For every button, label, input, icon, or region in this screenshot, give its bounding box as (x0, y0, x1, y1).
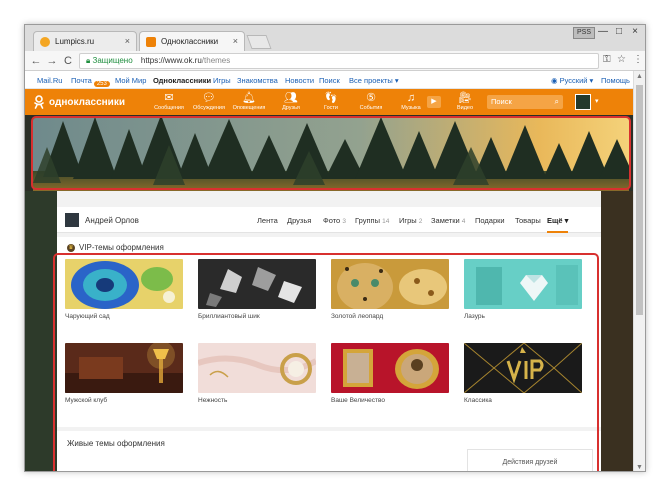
tab-title: Lumpics.ru (55, 37, 95, 46)
reload-icon[interactable]: C (61, 54, 75, 68)
search-placeholder: Поиск (491, 97, 512, 106)
nav-notifications[interactable]: 🔔︎ Оповещения (229, 91, 269, 111)
profile-tab-feed[interactable]: Лента (257, 216, 278, 225)
tab-lumpics[interactable]: Lumpics.ru × (33, 31, 137, 51)
themes-highlight-frame (53, 253, 599, 471)
live-theme-thumbnail[interactable] (198, 471, 316, 472)
url-host: https://www.ok.ru (140, 56, 202, 65)
mail-count-badge: 253 (93, 81, 110, 87)
live-theme-thumbnail[interactable] (331, 471, 449, 472)
profile-name[interactable]: Андрей Орлов (85, 216, 139, 225)
portal-link-dating[interactable]: Знакомства (237, 76, 278, 85)
chat-bubble-icon: 💬︎ (202, 92, 216, 104)
nav-friends[interactable]: 👥︎ Друзья (271, 91, 311, 111)
key-icon[interactable]: ⚿ (603, 54, 611, 65)
crown-icon: ♛ (67, 243, 75, 252)
close-tab-icon[interactable]: × (233, 36, 238, 46)
nav-messages[interactable]: ✉ Сообщения (149, 91, 189, 111)
search-icon[interactable]: ⌕ (555, 95, 559, 109)
tab-title: Одноклассники (161, 37, 219, 46)
portal-link-all-projects[interactable]: Все проекты ▾ (349, 76, 399, 85)
right-background (601, 191, 635, 471)
back-icon[interactable]: ← (29, 54, 43, 68)
address-bar-row: ← → C 🔒︎ Защищено https://www.ok.ru/them… (25, 51, 645, 71)
envelope-icon: ✉ (164, 92, 174, 104)
new-tab-button[interactable] (246, 35, 272, 49)
profile-avatar[interactable] (65, 213, 79, 227)
ok-favicon-icon (146, 36, 156, 47)
profile-tab-goods[interactable]: Товары (515, 216, 541, 225)
nav-guests[interactable]: 👣︎ Гости (311, 91, 351, 111)
footprints-icon: 👣︎ (324, 92, 338, 104)
portal-bar: Mail.Ru Почта 253 Мой Мир Одноклассники И… (25, 71, 635, 89)
profile-tab-photos[interactable]: Фото 3 (323, 216, 346, 225)
portal-link-mailru[interactable]: Mail.Ru (37, 76, 62, 85)
portal-link-search[interactable]: Поиск (319, 76, 340, 85)
tab-strip: Lumpics.ru × Одноклассники × PSS — □ × (25, 25, 645, 51)
scroll-up-icon[interactable]: ▲ (636, 73, 643, 80)
portal-link-news[interactable]: Новости (285, 76, 314, 85)
ok-logo-icon (34, 95, 44, 109)
maximize-icon[interactable]: □ (611, 25, 627, 41)
menu-icon[interactable]: ⋮ (633, 54, 643, 65)
people-icon: 👥︎ (284, 92, 298, 104)
bookmark-star-icon[interactable]: ☆ (617, 54, 626, 65)
scrollbar-thumb[interactable] (636, 85, 643, 315)
page-viewport: Mail.Ru Почта 253 Мой Мир Одноклассники И… (25, 71, 635, 472)
profile-bar: Андрей Орлов Лента Друзья Фото 3 Группы … (57, 207, 601, 233)
url-path: /themes (201, 56, 231, 65)
portal-link-mymir[interactable]: Мой Мир (115, 76, 146, 85)
events-icon: ⑤ (366, 92, 376, 104)
nav-discussions[interactable]: 💬︎ Обсуждения (189, 91, 229, 111)
portal-link-ok[interactable]: Одноклассники (153, 76, 211, 85)
nav-video[interactable]: 🎥︎ Видео (445, 91, 485, 111)
forward-icon[interactable]: → (45, 54, 59, 68)
profile-tab-more[interactable]: Ещё ▾ (547, 216, 569, 233)
profile-tab-groups[interactable]: Группы 14 (355, 216, 389, 225)
nav-music[interactable]: ♫ Музыка (391, 91, 431, 111)
ok-logo-text: одноклассники (49, 96, 125, 108)
ok-toolbar: одноклассники ✉ Сообщения 💬︎ Обсуждения 🔔︎… (25, 89, 635, 115)
bell-icon: 🔔︎ (242, 92, 256, 104)
nav-events[interactable]: ⑤ События (351, 91, 391, 111)
profile-tab-notes[interactable]: Заметки 4 (431, 216, 465, 225)
page-scrollbar[interactable]: ▲ ▼ (633, 71, 645, 471)
profile-tab-games[interactable]: Игры 2 (399, 216, 422, 225)
banner-highlight-frame (31, 116, 631, 190)
lock-icon: 🔒︎ (86, 56, 91, 65)
minimize-icon[interactable]: — (595, 25, 611, 41)
ok-logo[interactable]: одноклассники (33, 95, 125, 109)
video-camera-icon: 🎥︎ (458, 92, 472, 104)
music-play-icon[interactable]: ▶ (427, 96, 441, 108)
profile-tab-gifts[interactable]: Подарки (475, 216, 505, 225)
content-top-gap (57, 191, 601, 207)
close-window-icon[interactable]: × (627, 25, 643, 41)
secure-label: Защищено (92, 56, 133, 65)
vip-section-title: ♛ VIP-темы оформления (67, 243, 164, 252)
ok-search-input[interactable]: Поиск ⌕ (487, 95, 563, 109)
globe-icon: ◉ (551, 76, 560, 85)
lumpics-favicon-icon (40, 36, 50, 47)
close-tab-icon[interactable]: × (125, 36, 130, 46)
music-note-icon: ♫ (406, 92, 416, 104)
live-theme-thumbnail[interactable] (65, 471, 183, 472)
profile-tab-friends[interactable]: Друзья (287, 216, 311, 225)
portal-link-games[interactable]: Игры (213, 76, 231, 85)
profile-badge[interactable]: PSS (573, 27, 595, 39)
url-field[interactable]: 🔒︎ Защищено https://www.ok.ru/themes (79, 53, 599, 69)
user-avatar[interactable] (575, 94, 591, 110)
language-select[interactable]: ◉ Русский ▾ (551, 76, 593, 85)
browser-window: Lumpics.ru × Одноклассники × PSS — □ × ←… (24, 24, 646, 472)
tab-odnoklassniki[interactable]: Одноклассники × (139, 31, 245, 51)
portal-link-mail[interactable]: Почта 253 (71, 76, 110, 87)
help-link[interactable]: Помощь (601, 76, 630, 85)
chevron-down-icon[interactable]: ▾ (595, 97, 599, 105)
scroll-down-icon[interactable]: ▼ (636, 464, 643, 471)
